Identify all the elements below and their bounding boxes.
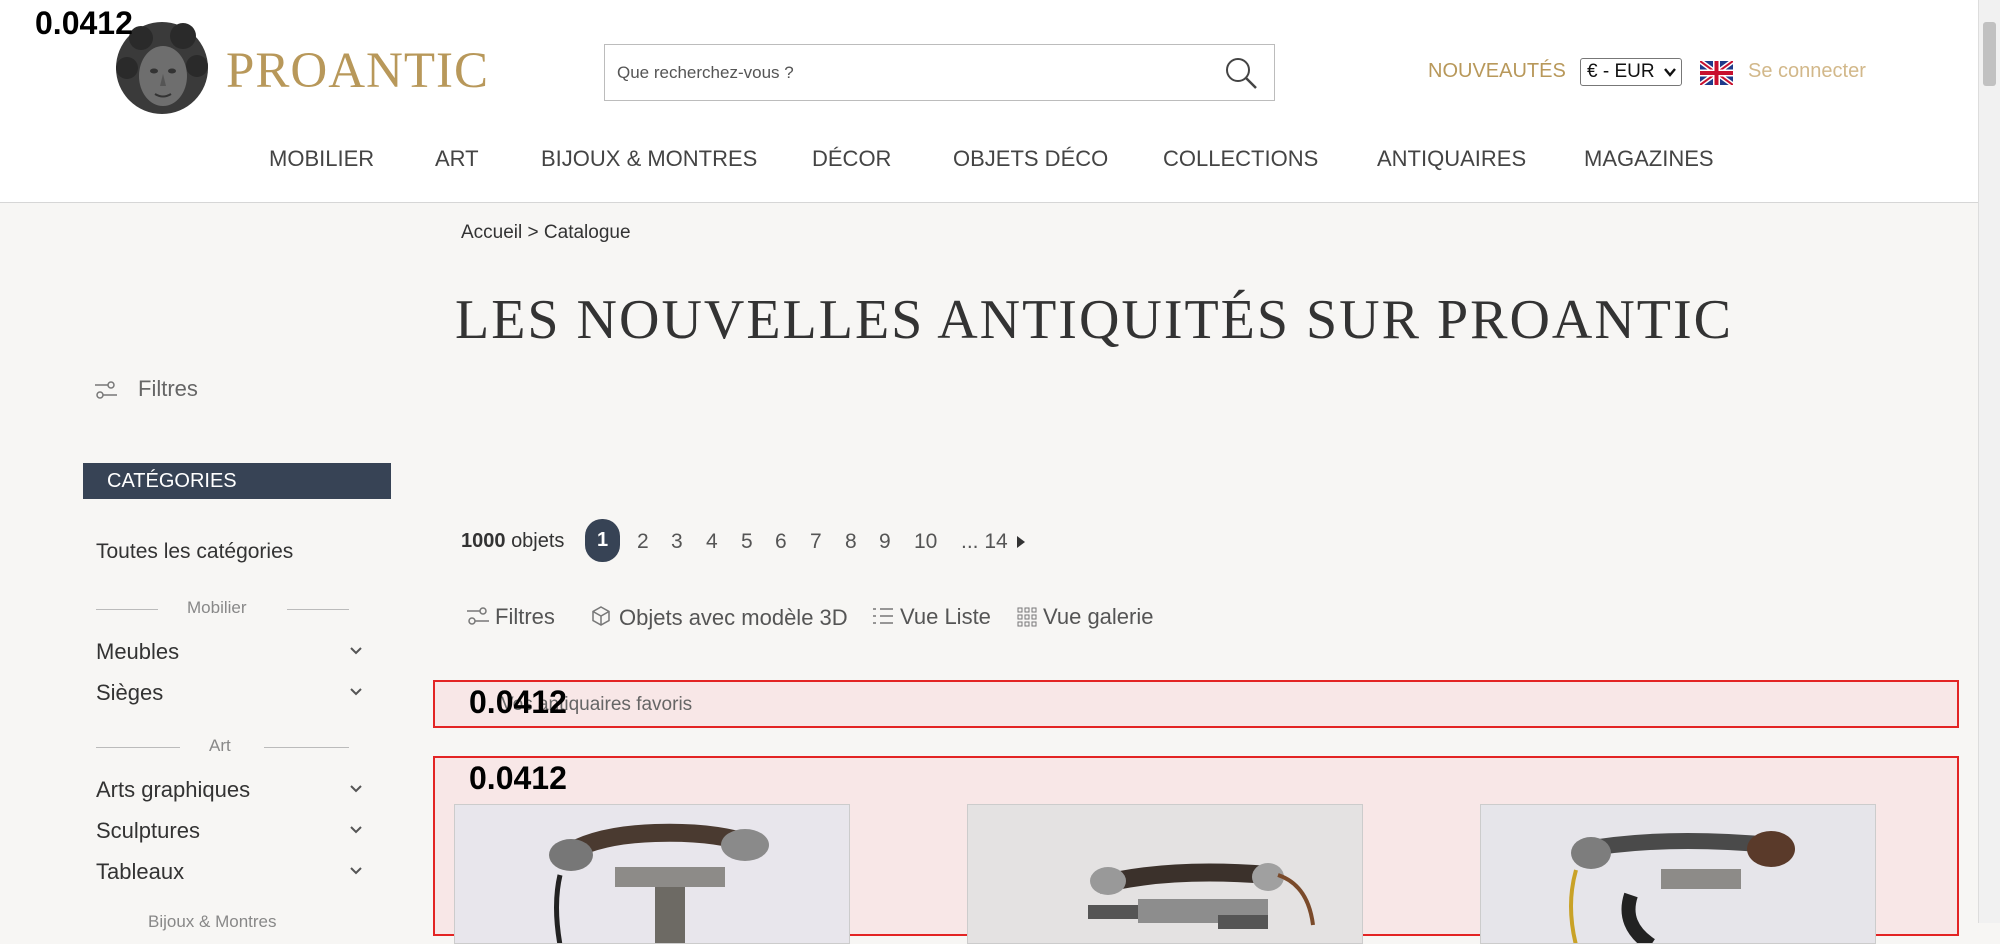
results-count-number: 1000 [461, 530, 506, 552]
score-label-favorites: 0.0412 [469, 684, 567, 720]
chevron-down-icon[interactable] [348, 684, 364, 700]
section-label-mobilier: Mobilier [187, 598, 247, 617]
main-nav: MOBILIER ART BIJOUX & MONTRES DÉCOR OBJE… [0, 146, 1978, 182]
page-scrollbar[interactable] [1978, 0, 2000, 923]
antique-telephone-image [1481, 805, 1875, 943]
pagination-page[interactable]: 9 [879, 530, 891, 554]
currency-value: € - EUR [1587, 61, 1655, 82]
nav-item-objets-deco[interactable]: OBJETS DÉCO [953, 146, 1108, 172]
sidebar-item-sculptures[interactable]: Sculptures [96, 818, 200, 844]
toolbar-filters-label: Filtres [495, 604, 555, 629]
section-label-art: Art [209, 736, 231, 755]
section-divider [96, 609, 158, 610]
pagination-page[interactable]: 10 [914, 530, 937, 554]
toolbar-list-view-label: Vue Liste [900, 604, 991, 629]
score-label-top: 0.0412 [35, 5, 133, 41]
nav-item-magazines[interactable]: MAGAZINES [1584, 146, 1714, 172]
scrollbar-thumb[interactable] [1983, 22, 1996, 86]
product-card[interactable] [1480, 804, 1876, 944]
search-input[interactable]: Que recherchez-vous ? [604, 44, 1275, 101]
pagination-last-page[interactable]: ... 14 [961, 530, 1008, 554]
toolbar-list-view-button[interactable]: Vue Liste [872, 604, 991, 630]
page-title: LES NOUVELLES ANTIQUITÉS SUR PROANTIC [455, 289, 1733, 351]
new-items-link[interactable]: NOUVEAUTÉS [1428, 60, 1566, 83]
pagination-page[interactable]: 8 [845, 530, 857, 554]
chevron-down-icon[interactable] [348, 781, 364, 797]
sidebar-filters-label: Filtres [138, 376, 198, 401]
chevron-down-icon[interactable] [348, 822, 364, 838]
nav-item-decor[interactable]: DÉCOR [812, 146, 891, 172]
nav-item-bijoux-montres[interactable]: BIJOUX & MONTRES [541, 146, 757, 172]
currency-select[interactable]: € - EUR [1580, 58, 1682, 86]
pagination-page[interactable]: 5 [741, 530, 753, 554]
nav-item-antiquaires[interactable]: ANTIQUAIRES [1377, 146, 1526, 172]
sidebar-item-arts-graphiques[interactable]: Arts graphiques [96, 777, 250, 803]
list-view-icon [873, 608, 893, 624]
sidebar-item-all-categories[interactable]: Toutes les catégories [96, 540, 293, 564]
cube-3d-icon [592, 606, 610, 626]
search-placeholder: Que recherchez-vous ? [617, 63, 794, 82]
nav-item-art[interactable]: ART [435, 146, 479, 172]
toolbar-3d-label: Objets avec modèle 3D [619, 605, 848, 630]
product-card[interactable] [967, 804, 1363, 944]
pagination-current[interactable]: 1 [585, 519, 620, 562]
results-count: 1000 objets [461, 530, 564, 553]
login-link[interactable]: Se connecter [1748, 60, 1866, 83]
filter-icon [95, 381, 117, 399]
categories-header: CATÉGORIES [83, 463, 391, 499]
sidebar-item-tableaux[interactable]: Tableaux [96, 859, 184, 885]
grid-view-icon [1017, 607, 1037, 627]
product-card[interactable] [454, 804, 850, 944]
section-divider [96, 747, 180, 748]
pagination-page[interactable]: 3 [671, 530, 683, 554]
results-count-label: objets [511, 530, 565, 552]
sidebar-item-meubles[interactable]: Meubles [96, 639, 179, 665]
nav-item-collections[interactable]: COLLECTIONS [1163, 146, 1318, 172]
antique-telephone-image [455, 805, 849, 943]
pagination-page[interactable]: 7 [810, 530, 822, 554]
chevron-down-icon [1664, 68, 1676, 77]
toolbar-3d-button[interactable]: Objets avec modèle 3D [589, 604, 848, 631]
section-divider [264, 747, 349, 748]
breadcrumb[interactable]: Accueil > Catalogue [461, 222, 631, 244]
chevron-down-icon[interactable] [348, 643, 364, 659]
toolbar-gallery-view-label: Vue galerie [1043, 604, 1154, 629]
pagination-page[interactable]: 4 [706, 530, 718, 554]
nav-item-mobilier[interactable]: MOBILIER [269, 146, 374, 172]
sidebar-filters-button[interactable]: Filtres [95, 376, 198, 402]
next-page-icon[interactable] [1015, 533, 1027, 551]
toolbar-gallery-view-button[interactable]: Vue galerie [1017, 604, 1153, 630]
sidebar-item-sieges[interactable]: Sièges [96, 680, 163, 706]
section-divider [287, 609, 349, 610]
section-label-bijoux: Bijoux & Montres [148, 912, 277, 931]
score-label-grid: 0.0412 [469, 760, 567, 796]
antique-telephone-image [968, 805, 1362, 943]
favorites-bar[interactable]: Vos antiquaires favoris [433, 680, 1959, 728]
pagination-page[interactable]: 6 [775, 530, 787, 554]
search-icon[interactable] [1224, 56, 1258, 90]
pagination-page[interactable]: 2 [637, 530, 649, 554]
chevron-down-icon[interactable] [348, 863, 364, 879]
toolbar-filters-button[interactable]: Filtres [467, 604, 555, 630]
brand-name[interactable]: PROANTIC [226, 42, 489, 100]
uk-flag-icon[interactable] [1698, 58, 1735, 88]
filter-icon [467, 607, 489, 625]
